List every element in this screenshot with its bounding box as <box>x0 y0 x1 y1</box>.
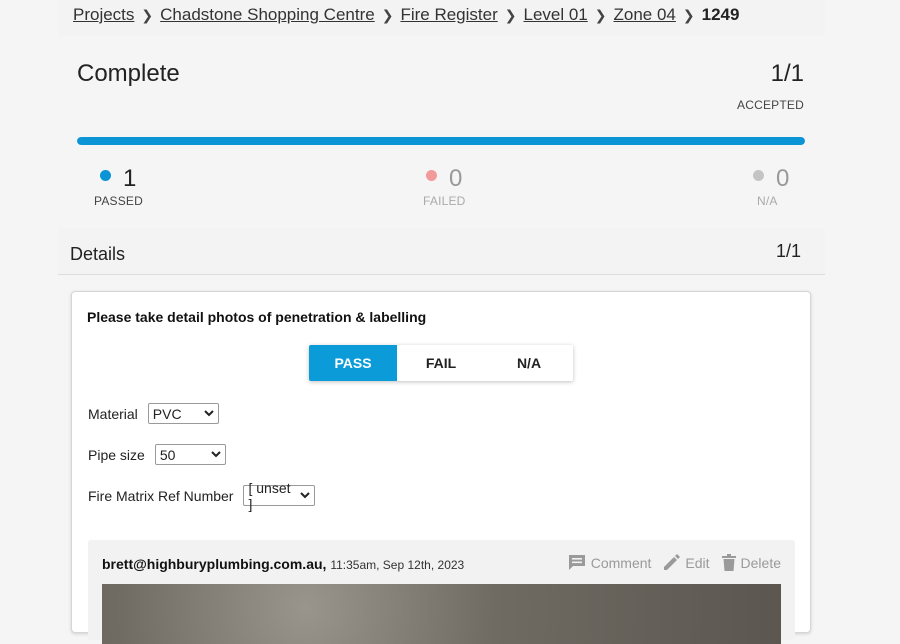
failed-label: FAILED <box>423 194 466 208</box>
comment-author-line: brett@highburyplumbing.com.au, 11:35am, … <box>102 556 464 572</box>
chevron-right-icon: ❯ <box>682 6 695 23</box>
pipe-size-label: Pipe size <box>88 446 145 463</box>
passed-count: 1 <box>123 165 137 192</box>
na-button[interactable]: N/A <box>485 345 573 381</box>
fire-matrix-field: Fire Matrix Ref Number [ unset ] <box>88 480 316 512</box>
material-select[interactable]: PVC <box>147 403 219 424</box>
na-label: N/A <box>757 194 778 208</box>
fail-button[interactable]: FAIL <box>397 345 485 381</box>
breadcrumb-zone[interactable]: Zone 04 <box>614 5 676 25</box>
comment-author: brett@highburyplumbing.com.au <box>102 556 323 572</box>
breadcrumb-register[interactable]: Fire Register <box>400 5 497 25</box>
fire-matrix-label: Fire Matrix Ref Number <box>88 487 234 504</box>
details-header: Details 1/1 <box>58 228 825 275</box>
details-count: 1/1 <box>775 241 801 261</box>
comment-actions: Comment Edit Delete <box>556 554 781 571</box>
na-count: 0 <box>776 165 790 192</box>
details-title: Details <box>70 244 126 264</box>
chevron-right-icon: ❯ <box>381 6 394 23</box>
result-selector: PASS FAIL N/A <box>309 345 573 381</box>
comment-photo[interactable] <box>102 584 781 644</box>
na-dot-icon <box>753 170 764 181</box>
progress-bar <box>77 137 805 145</box>
comment-icon <box>568 555 585 570</box>
pipe-size-select[interactable]: 50 <box>154 444 226 465</box>
breadcrumb: Projects ❯ Chadstone Shopping Centre ❯ F… <box>73 2 739 28</box>
pass-button[interactable]: PASS <box>309 345 397 381</box>
comment-box: brett@highburyplumbing.com.au, 11:35am, … <box>88 540 795 644</box>
question-text: Please take detail photos of penetration… <box>87 309 427 325</box>
breadcrumb-projects[interactable]: Projects <box>73 5 134 25</box>
breadcrumb-project[interactable]: Chadstone Shopping Centre <box>160 5 375 25</box>
comment-button[interactable]: Comment <box>568 554 652 571</box>
delete-button[interactable]: Delete <box>721 554 781 571</box>
material-value: PVC <box>152 405 182 422</box>
inspection-card: Please take detail photos of penetration… <box>71 291 811 644</box>
edit-label: Edit <box>685 554 710 571</box>
chevron-down-icon <box>211 451 221 458</box>
passed-dot-icon <box>100 170 111 181</box>
pencil-icon <box>664 554 681 570</box>
material-label: Material <box>88 405 138 422</box>
fire-matrix-select[interactable]: [ unset ] <box>243 480 316 512</box>
breadcrumb-level[interactable]: Level 01 <box>523 5 587 25</box>
status-count: 1/1 <box>770 60 804 87</box>
trash-icon <box>721 554 736 571</box>
status-title: Complete <box>77 60 180 87</box>
comment-label: Comment <box>590 554 652 571</box>
passed-label: PASSED <box>94 194 143 208</box>
failed-count: 0 <box>449 165 463 192</box>
failed-dot-icon <box>426 170 437 181</box>
fire-matrix-value: [ unset ] <box>248 479 291 512</box>
chevron-down-icon <box>204 410 214 417</box>
pipe-size-value: 50 <box>159 446 176 463</box>
chevron-right-icon: ❯ <box>594 6 607 23</box>
pipe-size-field: Pipe size 50 <box>88 444 226 465</box>
progress-fill <box>77 137 805 145</box>
material-field: Material PVC <box>88 403 219 424</box>
breadcrumb-current: 1249 <box>701 5 740 24</box>
delete-label: Delete <box>740 554 781 571</box>
chevron-right-icon: ❯ <box>141 6 154 23</box>
chevron-right-icon: ❯ <box>504 6 517 23</box>
status-accepted-label: ACCEPTED <box>737 98 804 112</box>
chevron-down-icon <box>300 492 311 499</box>
comment-time: 11:35am, Sep 12th, 2023 <box>330 558 465 572</box>
edit-button[interactable]: Edit <box>663 554 710 571</box>
